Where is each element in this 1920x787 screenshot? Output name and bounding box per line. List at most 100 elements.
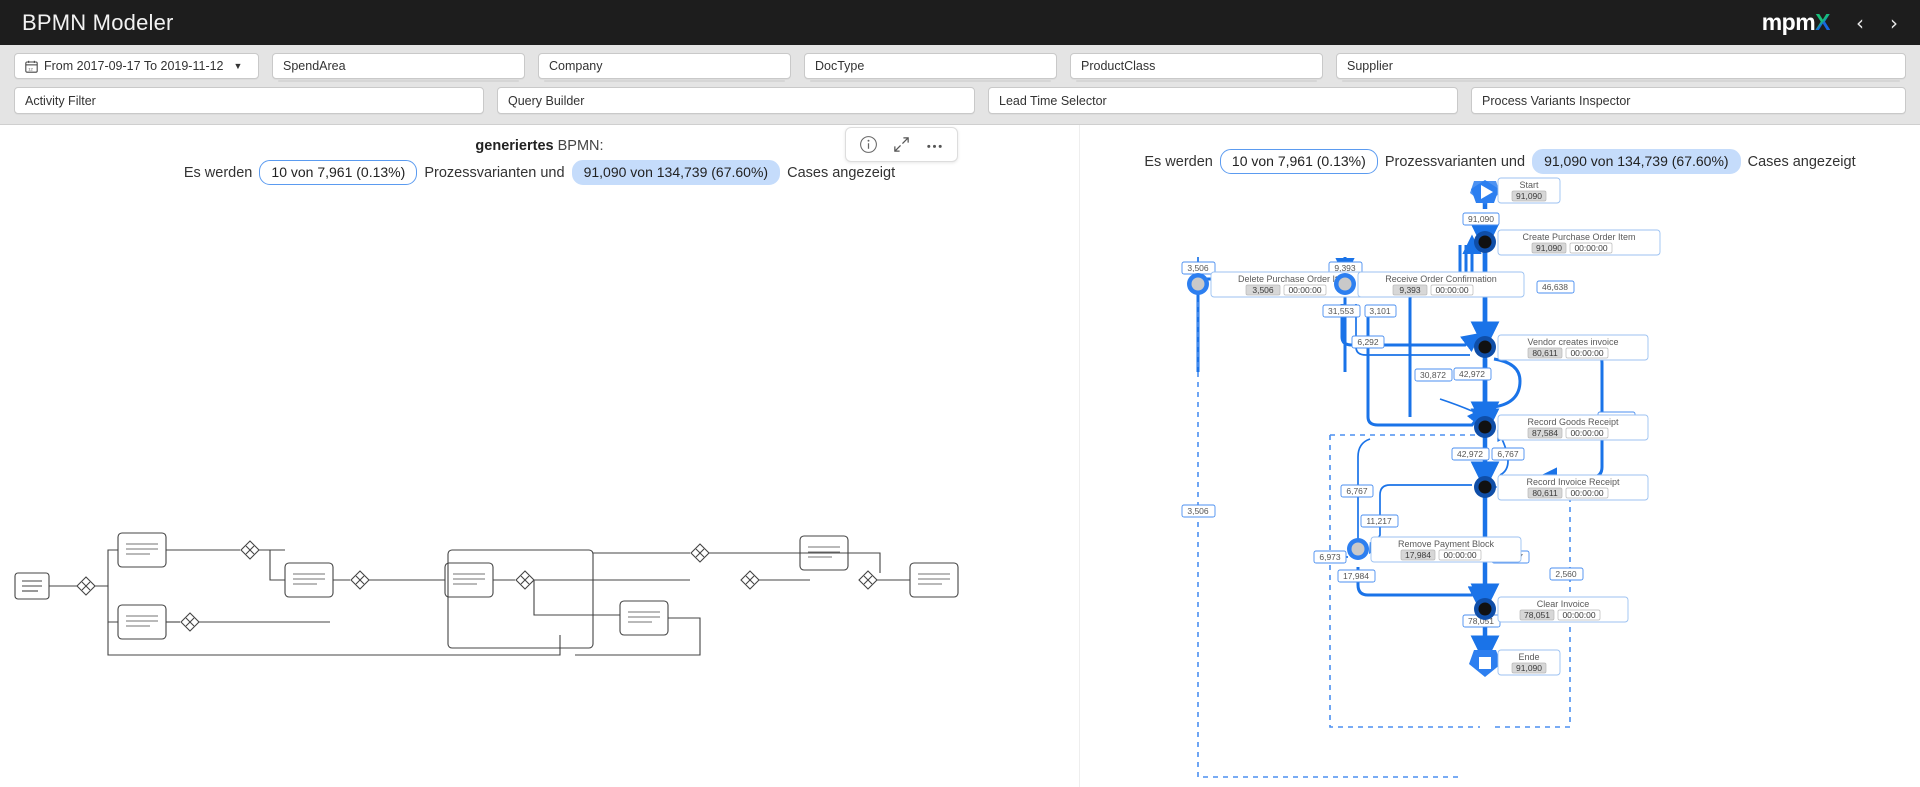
process-graph-diagram[interactable]: .ed { stroke:#1a73e8; fill:none; } .edth… bbox=[1080, 167, 1920, 787]
node-end[interactable]: Ende 91,090 bbox=[1469, 649, 1561, 677]
edge-label-text: 6,767 bbox=[1346, 486, 1368, 496]
chevron-down-icon: ▼ bbox=[233, 61, 243, 71]
node-receive-order-confirmation[interactable]: Receive Order Confirmation 9,393 00:00:0… bbox=[1334, 271, 1525, 298]
spendarea-label: SpendArea bbox=[283, 59, 346, 73]
process-graph-panel: Es werden 10 von 7,961 (0.13%) Prozessva… bbox=[1080, 125, 1920, 787]
node-label: Record Goods Receipt bbox=[1527, 417, 1619, 427]
node-label: Clear Invoice bbox=[1537, 599, 1590, 609]
prev-page-button[interactable]: ‹ bbox=[1856, 13, 1864, 33]
node-count: 9,393 bbox=[1399, 285, 1421, 295]
calendar-icon: 12 bbox=[25, 60, 38, 73]
expand-icon[interactable] bbox=[892, 135, 911, 154]
productclass-label: ProductClass bbox=[1081, 59, 1156, 73]
node-vendor-creates-invoice[interactable]: Vendor creates invoice 80,611 00:00:00 bbox=[1474, 334, 1649, 361]
edge-label-text: 91,090 bbox=[1468, 214, 1494, 224]
edge-label-text: 6,973 bbox=[1319, 552, 1341, 562]
edge-label-text: 30,872 bbox=[1420, 370, 1446, 380]
edge-label-text: 46,638 bbox=[1542, 282, 1568, 292]
node-count: 17,984 bbox=[1405, 550, 1431, 560]
process-variants-inspector[interactable]: Process Variants Inspector bbox=[1471, 87, 1906, 114]
doctype-filter[interactable]: DocType bbox=[804, 53, 1057, 82]
edge-label: 6,767 bbox=[1491, 447, 1525, 461]
edge-label: 31,553 bbox=[1322, 304, 1361, 318]
node-record-goods-receipt[interactable]: Record Goods Receipt 87,584 00:00:00 bbox=[1474, 414, 1649, 441]
lead-time-selector[interactable]: Lead Time Selector bbox=[988, 87, 1458, 114]
bpmn-diagram[interactable] bbox=[0, 125, 1080, 787]
node-duration: 00:00:00 bbox=[1562, 610, 1595, 620]
edge-label: 6,973 bbox=[1313, 550, 1347, 564]
edge-label-text: 42,972 bbox=[1457, 449, 1483, 459]
node-duration: 00:00:00 bbox=[1435, 285, 1468, 295]
node-create-purchase-order-item[interactable]: Create Purchase Order Item 91,090 00:00:… bbox=[1474, 229, 1661, 256]
top-bar-right: mpm X ‹ › bbox=[1762, 9, 1898, 36]
logo-text-mpm: mpm bbox=[1761, 9, 1816, 35]
edge-label: 6,292 bbox=[1351, 335, 1385, 349]
activity-filter[interactable]: Activity Filter bbox=[14, 87, 484, 114]
bpmn-panel: generiertes BPMN: Es werden 10 von 7,961… bbox=[0, 125, 1080, 787]
spendarea-filter[interactable]: SpendArea bbox=[272, 53, 525, 82]
edge-label-text: 2,560 bbox=[1555, 569, 1577, 579]
process-variants-inspector-label: Process Variants Inspector bbox=[1482, 93, 1631, 108]
node-count: 80,611 bbox=[1532, 488, 1558, 498]
edge-label-text: 3,506 bbox=[1187, 506, 1209, 516]
node-remove-payment-block[interactable]: Remove Payment Block 17,984 00:00:00 bbox=[1347, 536, 1522, 563]
query-builder-label: Query Builder bbox=[508, 93, 585, 108]
node-label: Receive Order Confirmation bbox=[1385, 274, 1497, 284]
edge-label: 46,638 bbox=[1536, 280, 1575, 294]
edge-label-text: 42,972 bbox=[1459, 369, 1485, 379]
node-label: Create Purchase Order Item bbox=[1522, 232, 1635, 242]
more-icon[interactable] bbox=[925, 135, 944, 154]
logo-text-x: X bbox=[1815, 9, 1830, 35]
activity-filter-label: Activity Filter bbox=[25, 93, 96, 108]
edge-label-text: 9,393 bbox=[1334, 263, 1356, 273]
edge-label: 17,984 bbox=[1337, 569, 1376, 583]
node-count: 91,090 bbox=[1536, 243, 1562, 253]
edge-label: 30,872 bbox=[1414, 368, 1453, 382]
node-count: 91,090 bbox=[1516, 191, 1542, 201]
node-duration: 00:00:00 bbox=[1574, 243, 1607, 253]
edge-label-text: 6,767 bbox=[1497, 449, 1519, 459]
date-range-label: From 2017-09-17 To 2019-11-12 bbox=[44, 59, 224, 73]
node-count: 87,584 bbox=[1532, 428, 1558, 438]
edge-label: 6,767 bbox=[1340, 484, 1374, 498]
mpmx-logo: mpm X bbox=[1761, 9, 1831, 36]
edge-label: 91,090 bbox=[1462, 212, 1500, 226]
edge-label: 42,972 bbox=[1453, 367, 1492, 381]
query-builder[interactable]: Query Builder bbox=[497, 87, 975, 114]
node-label: Record Invoice Receipt bbox=[1526, 477, 1620, 487]
company-filter[interactable]: Company bbox=[538, 53, 791, 82]
node-label: Remove Payment Block bbox=[1398, 539, 1495, 549]
date-range-filter[interactable]: 12 From 2017-09-17 To 2019-11-12 ▼ bbox=[14, 53, 259, 79]
node-count: 91,090 bbox=[1516, 663, 1542, 673]
node-duration: 00:00:00 bbox=[1443, 550, 1476, 560]
next-page-button[interactable]: › bbox=[1890, 13, 1898, 33]
filter-row-2: Activity Filter Query Builder Lead Time … bbox=[14, 87, 1906, 114]
node-duration: 00:00:00 bbox=[1570, 428, 1603, 438]
edge-label: 3,506 bbox=[1181, 504, 1216, 518]
edge-label: 3,506 bbox=[1181, 261, 1216, 275]
panel-toolbar bbox=[845, 127, 958, 162]
filter-bar: 12 From 2017-09-17 To 2019-11-12 ▼ Spend… bbox=[0, 45, 1920, 125]
node-label: Start bbox=[1519, 180, 1539, 190]
node-count: 80,611 bbox=[1532, 348, 1558, 358]
top-bar: BPMN Modeler mpm X ‹ › bbox=[0, 0, 1920, 45]
info-icon[interactable] bbox=[859, 135, 878, 154]
node-count: 3,506 bbox=[1252, 285, 1274, 295]
node-record-invoice-receipt[interactable]: Record Invoice Receipt 80,611 00:00:00 bbox=[1474, 474, 1649, 501]
edge-label: 11,217 bbox=[1360, 514, 1399, 528]
node-label: Vendor creates invoice bbox=[1527, 337, 1618, 347]
edge-label-text: 17,984 bbox=[1343, 571, 1369, 581]
edge-label: 3,101 bbox=[1364, 304, 1397, 318]
doctype-label: DocType bbox=[815, 59, 865, 73]
productclass-filter[interactable]: ProductClass bbox=[1070, 53, 1323, 82]
content-area: generiertes BPMN: Es werden 10 von 7,961… bbox=[0, 125, 1920, 787]
edge-label-text: 3,506 bbox=[1187, 263, 1209, 273]
supplier-filter[interactable]: Supplier bbox=[1336, 53, 1906, 82]
edge-label-text: 6,292 bbox=[1357, 337, 1379, 347]
node-duration: 00:00:00 bbox=[1570, 348, 1603, 358]
edge-label: 42,972 bbox=[1451, 447, 1490, 461]
edge-label-text: 31,553 bbox=[1328, 306, 1354, 316]
edge-label-text: 3,101 bbox=[1369, 306, 1391, 316]
page-title: BPMN Modeler bbox=[22, 9, 174, 35]
node-start[interactable]: Start 91,090 bbox=[1470, 177, 1561, 205]
